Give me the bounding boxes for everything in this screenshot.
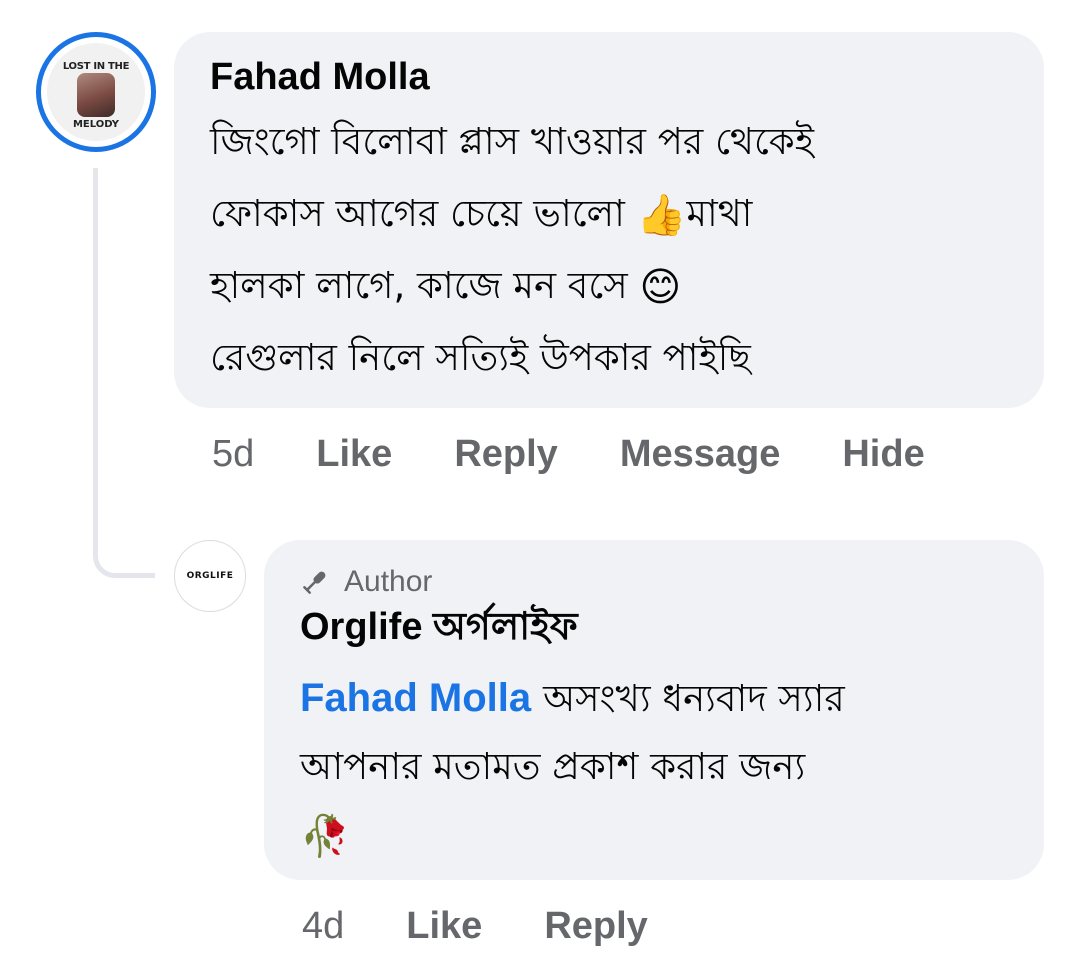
author-badge-label: Author — [344, 565, 433, 598]
avatar-logo-bottom: MELODY — [72, 119, 120, 130]
microphone-icon — [303, 571, 326, 594]
comment-line: হালকা লাগে, কাজে মন বসে 😊 — [210, 250, 1008, 322]
reply-bubble: Author Orglife অর্গলাইফ Fahad Molla অসংখ্… — [264, 540, 1044, 880]
hide-button[interactable]: Hide — [842, 432, 924, 476]
comment-line: ফোকাস আগের চেয়ে ভালো 👍মাথা — [210, 178, 1008, 250]
comment-text: জিংগো বিলোবা প্লাস খাওয়ার পর থেকেই ফোকা… — [210, 106, 1008, 394]
comment-author-name[interactable]: Fahad Molla — [210, 54, 1008, 100]
comment-bubble: Fahad Molla জিংগো বিলোবা প্লাস খাওয়ার প… — [174, 32, 1044, 408]
reply-timestamp[interactable]: 4d — [302, 904, 344, 948]
smiling-emoji: 😊 — [639, 264, 682, 311]
comment-actions: 5d Like Reply Message Hide — [212, 432, 925, 476]
message-button[interactable]: Message — [620, 432, 781, 476]
reply-text: Fahad Molla অসংখ্য ধন্যবাদ স্যার আপনার মত… — [300, 664, 1008, 869]
avatar-photo — [77, 73, 115, 117]
comment-line: রেগুলার নিলে সত্যিই উপকার পাইছি — [210, 336, 751, 379]
reply-author-avatar[interactable]: ORGLIFE — [174, 540, 246, 612]
reply-button[interactable]: Reply — [544, 904, 647, 948]
reply-line-text: অসংখ্য ধন্যবাদ স্যার — [543, 677, 845, 720]
author-badge: Author — [300, 564, 1008, 600]
commenter-avatar[interactable]: LOST IN THE MELODY — [36, 32, 156, 152]
reply-line: Fahad Molla অসংখ্য ধন্যবাদ স্যার — [300, 664, 1008, 733]
comment-line: জিংগো বিলোবা প্লাস খাওয়ার পর থেকেই — [210, 120, 814, 163]
comment-timestamp[interactable]: 5d — [212, 432, 254, 476]
reply-author-name[interactable]: Orglife অর্গলাইফ — [300, 604, 1008, 650]
mention-link[interactable]: Fahad Molla — [300, 676, 531, 720]
comment-line-text: মাথা — [686, 192, 753, 235]
wilted-rose-emoji: 🥀 — [300, 813, 350, 860]
orglife-logo: ORGLIFE — [186, 571, 234, 581]
reply-actions: 4d Like Reply — [302, 904, 648, 948]
avatar-image: LOST IN THE MELODY — [47, 43, 145, 141]
reply-button[interactable]: Reply — [454, 432, 557, 476]
like-button[interactable]: Like — [406, 904, 482, 948]
thread-connector — [93, 168, 155, 578]
avatar-logo-top: LOST IN THE — [62, 61, 130, 72]
comment-line-text: হালকা লাগে, কাজে মন বসে — [210, 264, 628, 307]
thumbs-up-emoji: 👍 — [636, 192, 687, 239]
reply-line: 🥀 — [300, 801, 1008, 869]
like-button[interactable]: Like — [316, 432, 392, 476]
comment-line-text: ফোকাস আগের চেয়ে ভালো — [210, 192, 625, 235]
reply-line: আপনার মতামত প্রকাশ করার জন্য — [300, 745, 806, 788]
